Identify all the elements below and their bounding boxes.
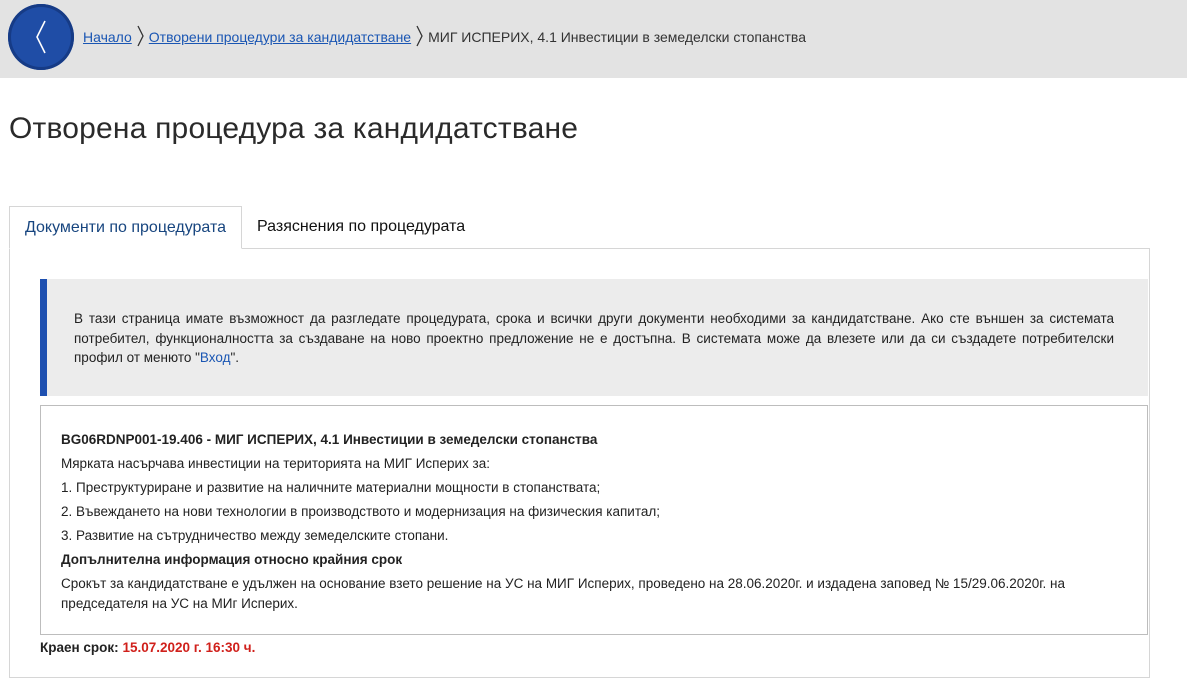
breadcrumb: Начало Отворени процедури за кандидатств… (83, 25, 806, 49)
breadcrumb-separator-icon (415, 24, 424, 51)
procedure-intro: Мярката насърчава инвестиции на територи… (61, 456, 491, 471)
deadline: Краен срок: 15.07.2020 г. 16:30 ч. (40, 640, 255, 655)
alert-message: В тази страница имате възможност да разг… (74, 309, 1114, 368)
extra-info-heading: Допълнителна информация относно крайния … (61, 552, 403, 567)
breadcrumb-separator-icon (136, 24, 145, 51)
top-bar: Начало Отворени процедури за кандидатств… (0, 0, 1187, 78)
extra-info-text: Срокът за кандидатстване е удължен на ос… (61, 576, 1066, 611)
page-title: Отворена процедура за кандидатстване (9, 112, 579, 145)
procedure-item: 3. Развитие на сътрудничество между земе… (61, 528, 449, 543)
back-button[interactable] (8, 4, 74, 70)
deadline-value: 15.07.2020 г. 16:30 ч. (122, 640, 256, 655)
procedure-item: 2. Въвеждането на нови технологии в прои… (61, 504, 661, 519)
chevron-left-icon (36, 20, 46, 54)
deadline-label: Краен срок: (40, 640, 119, 655)
procedure-item: 1. Преструктуриране и развитие на наличн… (61, 480, 601, 495)
breadcrumb-home-link[interactable]: Начало (83, 29, 132, 45)
tab-bar: Документи по процедурата Разяснения по п… (9, 206, 480, 249)
breadcrumb-open-procedures-link[interactable]: Отворени процедури за кандидатстване (149, 29, 411, 45)
tab-procedure-clarifications[interactable]: Разяснения по процедурата (242, 206, 480, 248)
login-link[interactable]: Вход (200, 350, 231, 365)
tab-procedure-documents[interactable]: Документи по процедурата (9, 206, 243, 249)
info-alert: В тази страница имате възможност да разг… (40, 279, 1148, 396)
procedure-heading: BG06RDNP001-19.406 - МИГ ИСПЕРИХ, 4.1 Ин… (61, 432, 598, 447)
alert-text-end: ". (230, 350, 239, 365)
breadcrumb-current: МИГ ИСПЕРИХ, 4.1 Инвестиции в земеделски… (428, 29, 806, 45)
procedure-info-box: BG06RDNP001-19.406 - МИГ ИСПЕРИХ, 4.1 Ин… (40, 405, 1148, 635)
